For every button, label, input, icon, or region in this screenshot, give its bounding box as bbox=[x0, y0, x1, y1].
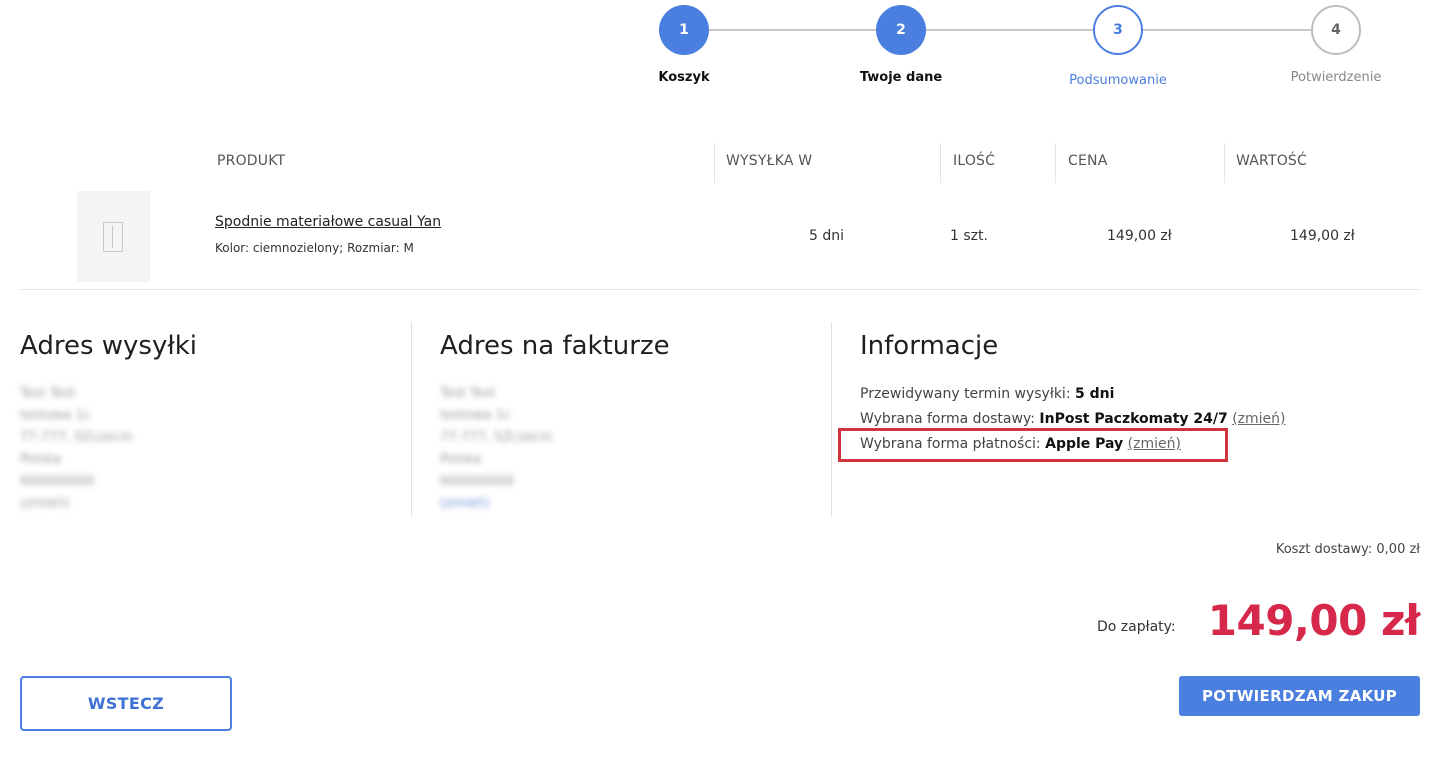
billing-city: 77-777, SZczecin bbox=[440, 430, 553, 445]
shipping-city: 77-777, SZczecin bbox=[20, 430, 133, 445]
header-value: WARTOŚĆ bbox=[1236, 153, 1307, 169]
shipping-country: Polska bbox=[20, 452, 61, 467]
to-pay-label: Do zapłaty: bbox=[1097, 619, 1176, 635]
payment-highlight-box bbox=[838, 428, 1228, 462]
shipping-change-link[interactable]: (zmień) bbox=[20, 496, 69, 511]
info-eta-line: Przewidywany termin wysyłki: 5 dni bbox=[860, 386, 1114, 402]
step-connector bbox=[1118, 29, 1336, 31]
shipping-address-title: Adres wysyłki bbox=[20, 331, 198, 361]
step-connector bbox=[901, 29, 1118, 31]
header-separator bbox=[1224, 143, 1225, 183]
product-value: 149,00 zł bbox=[1290, 228, 1355, 244]
product-quantity: 1 szt. bbox=[950, 228, 988, 244]
step-1-circle[interactable]: 1 bbox=[659, 5, 709, 55]
step-3-circle: 3 bbox=[1093, 5, 1143, 55]
billing-street: testowa 1c bbox=[440, 408, 512, 423]
product-price: 149,00 zł bbox=[1107, 228, 1172, 244]
header-qty: ILOŚĆ bbox=[953, 153, 996, 169]
divider bbox=[20, 289, 1420, 290]
shipping-phone: 666666666 bbox=[20, 474, 95, 489]
delivery-change-link[interactable]: (zmień) bbox=[1232, 411, 1285, 427]
info-eta-value: 5 dni bbox=[1075, 386, 1115, 402]
info-title: Informacje bbox=[860, 331, 999, 361]
billing-phone: 666666666 bbox=[440, 474, 515, 489]
billing-change-link[interactable]: (zmień) bbox=[440, 496, 489, 511]
shipping-cost: Koszt dostawy: 0,00 zł bbox=[1275, 542, 1420, 557]
step-2-circle[interactable]: 2 bbox=[876, 5, 926, 55]
header-separator bbox=[940, 143, 941, 183]
back-button[interactable]: WSTECZ bbox=[20, 676, 232, 731]
column-separator bbox=[411, 322, 412, 517]
shipping-name: Test Test bbox=[20, 386, 76, 401]
shipping-street: testowa 1c bbox=[20, 408, 92, 423]
to-pay-amount: 149,00 zł bbox=[1207, 596, 1421, 645]
header-separator bbox=[714, 143, 715, 183]
header-price: CENA bbox=[1068, 153, 1108, 169]
header-product: PRODUKT bbox=[217, 153, 286, 169]
product-shipping-time: 5 dni bbox=[809, 228, 845, 244]
info-delivery-line: Wybrana forma dostawy: InPost Paczkomaty… bbox=[860, 411, 1286, 427]
billing-country: Polska bbox=[440, 452, 481, 467]
trousers-icon bbox=[103, 222, 123, 252]
product-attributes: Kolor: ciemnozielony; Rozmiar: M bbox=[215, 241, 414, 255]
header-separator bbox=[1055, 143, 1056, 183]
step-connector bbox=[684, 29, 901, 31]
step-4-circle: 4 bbox=[1311, 5, 1361, 55]
column-separator bbox=[831, 322, 832, 517]
billing-name: Test Test bbox=[440, 386, 496, 401]
info-eta-label: Przewidywany termin wysyłki: bbox=[860, 386, 1071, 402]
confirm-purchase-button[interactable]: POTWIERDZAM ZAKUP bbox=[1179, 676, 1420, 716]
billing-address-title: Adres na fakturze bbox=[440, 331, 670, 361]
info-delivery-label: Wybrana forma dostawy: bbox=[860, 411, 1035, 427]
step-2-label[interactable]: Twoje dane bbox=[860, 70, 942, 85]
product-name-link[interactable]: Spodnie materiałowe casual Yan bbox=[215, 214, 441, 230]
info-delivery-value: InPost Paczkomaty 24/7 bbox=[1039, 411, 1228, 427]
step-3-label: Podsumowanie bbox=[1069, 73, 1167, 88]
header-shipping: WYSYŁKA W bbox=[726, 153, 813, 169]
step-4-label: Potwierdzenie bbox=[1290, 70, 1382, 85]
step-1-label[interactable]: Koszyk bbox=[658, 70, 709, 85]
